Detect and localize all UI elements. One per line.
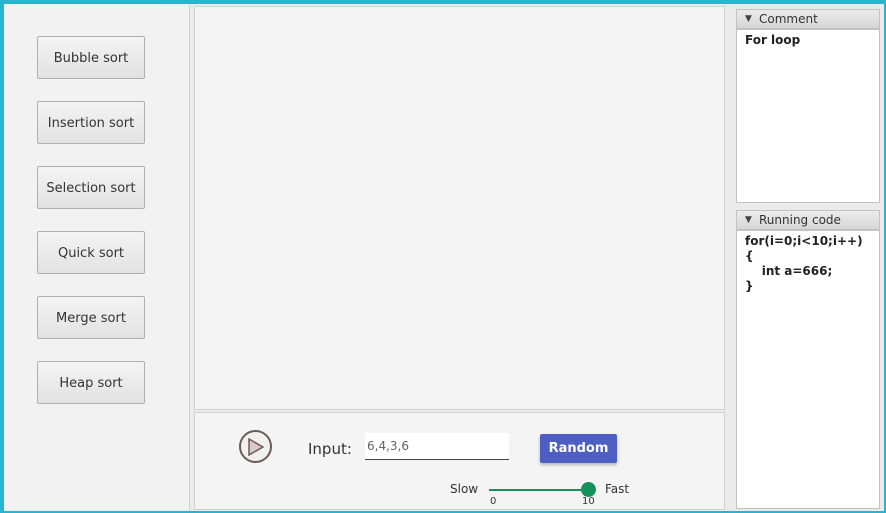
- visualization-canvas: [194, 6, 725, 410]
- code-panel-title: Running code: [759, 213, 841, 227]
- bubble-sort-button[interactable]: Bubble sort: [37, 36, 145, 79]
- code-panel-header[interactable]: ▼ Running code: [736, 210, 880, 230]
- algorithm-sidebar: Bubble sort Insertion sort Selection sor…: [5, 5, 190, 510]
- selection-sort-button[interactable]: Selection sort: [37, 166, 145, 209]
- merge-sort-button[interactable]: Merge sort: [37, 296, 145, 339]
- input-label: Input:: [308, 440, 352, 458]
- speed-slider-thumb[interactable]: [581, 482, 596, 497]
- play-icon: [248, 438, 264, 456]
- speed-slider-track[interactable]: [489, 489, 589, 491]
- comment-panel-header[interactable]: ▼ Comment: [736, 9, 880, 29]
- code-line: int a=666;: [745, 264, 833, 278]
- code-panel-body: for(i=0;i<10;i++) { int a=666; }: [736, 230, 880, 509]
- code-line: for(i=0;i<10;i++): [745, 234, 863, 248]
- play-button[interactable]: [239, 430, 272, 463]
- code-line: }: [745, 279, 754, 293]
- collapse-triangle-icon: ▼: [745, 215, 752, 225]
- app-window: Bubble sort Insertion sort Selection sor…: [4, 4, 884, 511]
- control-bar: Input: Random Slow Fast 0 10: [194, 412, 725, 510]
- collapse-triangle-icon: ▼: [745, 14, 752, 24]
- heap-sort-button[interactable]: Heap sort: [37, 361, 145, 404]
- array-input[interactable]: [365, 433, 509, 460]
- quick-sort-button[interactable]: Quick sort: [37, 231, 145, 274]
- comment-text: For loop: [745, 33, 801, 47]
- code-line: {: [745, 249, 754, 263]
- speed-tick-min: 0: [490, 496, 497, 507]
- speed-tick-max: 10: [582, 496, 595, 507]
- comment-panel-title: Comment: [759, 12, 818, 26]
- speed-slow-label: Slow: [450, 482, 479, 496]
- comment-panel-body: For loop: [736, 29, 880, 203]
- random-button[interactable]: Random: [540, 434, 617, 463]
- insertion-sort-button[interactable]: Insertion sort: [37, 101, 145, 144]
- speed-fast-label: Fast: [605, 482, 630, 496]
